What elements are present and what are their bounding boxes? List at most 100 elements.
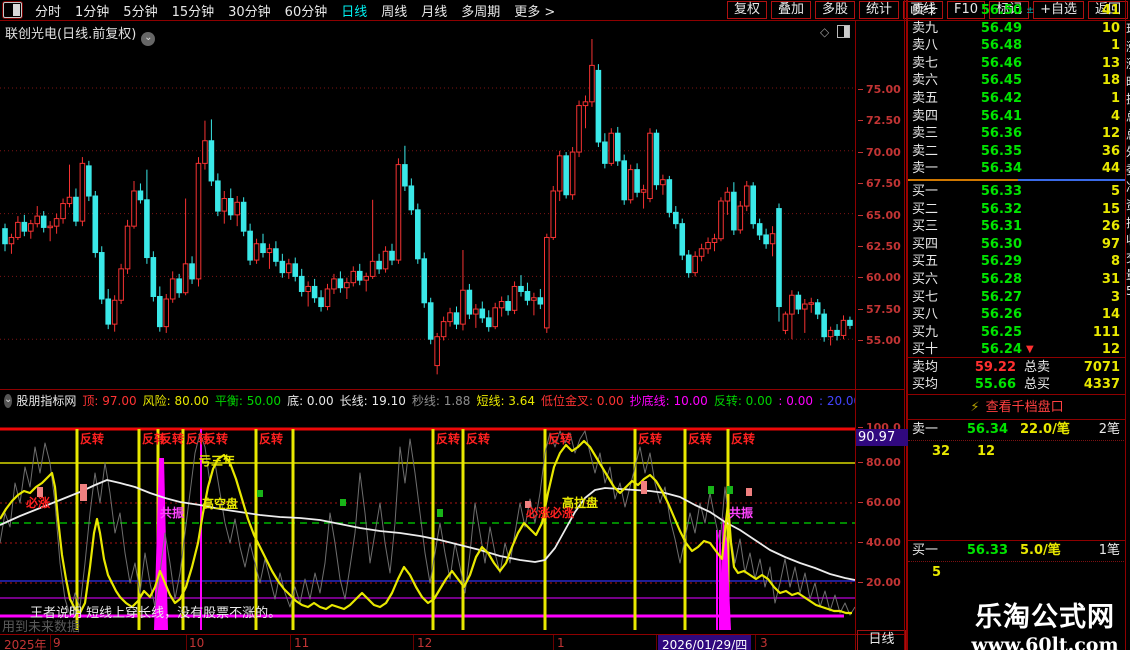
- candle-down: [21, 214, 28, 237]
- bid-row-3[interactable]: 买三 56.31 26: [908, 218, 1126, 235]
- candle-up: [447, 307, 453, 327]
- bid-row-4[interactable]: 买四 56.30 97: [908, 236, 1126, 253]
- depth-link-row[interactable]: ⚡ 查看千档盘口: [908, 399, 1126, 416]
- candle-up: [266, 243, 273, 269]
- indicator-collapse-icon[interactable]: ⌄: [4, 393, 13, 408]
- menu-period-4[interactable]: 30分钟: [228, 1, 271, 20]
- bid-row-10[interactable]: 买十 56.24 ▼ 12: [908, 341, 1126, 358]
- candle-down: [666, 175, 673, 218]
- bid-row-7[interactable]: 买七 56.27 3: [908, 289, 1126, 306]
- marker-green: [437, 509, 443, 517]
- candle-up: [647, 128, 653, 203]
- toolbar-button-1[interactable]: 叠加: [770, 1, 811, 19]
- indicator-chart[interactable]: 反转 反转反转 反转反转 反转 反转 反转 反转 反转 反转 反转必涨共振亏三年高空盘必涨必涨高拉…: [0, 410, 857, 635]
- candle-down: [318, 290, 324, 312]
- indicator-param-row: ⌄ 股朋指标网 顶: 97.00 风险: 80.00 平衡: 50.00 底: 0.00…: [0, 391, 855, 410]
- signal-vline-yellow: [633, 429, 637, 630]
- note-text: 用到未来数据: [2, 620, 80, 635]
- candle-up: [234, 196, 240, 227]
- watermark: 乐淘公式网 www.60lt.com: [960, 595, 1130, 650]
- menu-period-8[interactable]: 月线: [421, 1, 447, 20]
- ask-row-3-label: 卖三: [912, 126, 939, 142]
- candle-up: [576, 100, 582, 158]
- candle-up: [840, 315, 847, 340]
- candle-up: [53, 213, 60, 234]
- bid-row-8[interactable]: 买八 56.26 14: [908, 306, 1126, 323]
- ask-row-9[interactable]: 卖九 56.49 10: [908, 20, 1126, 37]
- bid-row-2-label: 买二: [912, 201, 939, 217]
- ask-row-2-volume: 36: [1101, 143, 1120, 159]
- toolbar-button-3[interactable]: 统计: [859, 1, 900, 19]
- ask1-detail-count: 2笔: [1098, 422, 1120, 437]
- pane-split-icon[interactable]: [837, 25, 851, 38]
- bid-row-2[interactable]: 买二 56.32 15: [908, 201, 1126, 218]
- candle-down: [408, 178, 415, 215]
- ask-row-6[interactable]: 卖六 56.45 18: [908, 72, 1126, 89]
- candle-down: [537, 288, 544, 310]
- candle-up: [498, 296, 505, 317]
- ask-row-6-volume: 18: [1101, 73, 1120, 89]
- ask-row-2[interactable]: 卖二 56.35 36: [908, 143, 1126, 160]
- clipped-glyph: 5: [1126, 284, 1130, 298]
- ask-row-2-price: 56.35: [980, 143, 1022, 159]
- bid1-detail-queue-item: 5: [932, 565, 942, 580]
- time-axis-label: 9: [53, 636, 61, 650]
- main-axis-tick: 55.00: [858, 334, 904, 347]
- marker-pink: [80, 484, 87, 501]
- bid-row-6[interactable]: 买六 56.28 31: [908, 271, 1126, 288]
- bid1-detail-per: 5.0/笔: [1020, 543, 1061, 558]
- candle-down: [505, 295, 511, 316]
- menu-period-2[interactable]: 5分钟: [123, 1, 157, 20]
- bid-row-9[interactable]: 买九 56.25 111: [908, 324, 1126, 341]
- menu-period-7[interactable]: 周线: [381, 1, 407, 20]
- layout-toggle-icon[interactable]: [3, 2, 22, 18]
- ask-row-4-label: 卖四: [912, 108, 939, 124]
- ask-row-8-label: 卖八: [912, 38, 939, 54]
- buy-spike: [154, 458, 168, 630]
- marker-green: [727, 486, 733, 494]
- menu-period-6[interactable]: 日线: [341, 1, 367, 20]
- depth-link-text: 查看千档盘口: [985, 400, 1064, 415]
- bid-row-5[interactable]: 买五 56.29 8: [908, 253, 1126, 270]
- candle-up: [440, 316, 447, 341]
- toolbar-button-2[interactable]: 多股: [814, 1, 855, 19]
- period-label[interactable]: 日线: [857, 630, 906, 650]
- indicator-param-1: 顶: 97.00: [82, 394, 137, 408]
- ask-row-8[interactable]: 卖八 56.48 1: [908, 37, 1126, 54]
- candle-up: [802, 299, 808, 333]
- ask-row-10-label: 卖十: [912, 3, 939, 18]
- candle-down: [685, 250, 692, 278]
- time-axis-label: 1: [557, 636, 565, 650]
- main-axis-tick: 67.50: [858, 177, 904, 190]
- ask-row-5[interactable]: 卖五 56.42 1: [908, 90, 1126, 107]
- main-candlestick-chart[interactable]: [0, 20, 857, 391]
- menu-period-0[interactable]: 分时: [35, 1, 61, 20]
- toolbar-button-0[interactable]: 复权: [726, 1, 767, 19]
- candle-up: [15, 216, 21, 240]
- bid-row-2-volume: 15: [1101, 201, 1120, 217]
- indicator-axis-tick: 80.00: [858, 456, 904, 469]
- menu-period-10[interactable]: 更多 >: [514, 1, 555, 20]
- bid-row-1[interactable]: 买一 56.33 5: [908, 183, 1126, 200]
- bid-row-8-label: 买八: [912, 307, 939, 323]
- candle-down: [144, 169, 150, 264]
- menu-period-3[interactable]: 15分钟: [172, 1, 215, 20]
- ask-row-3[interactable]: 卖三 56.36 12: [908, 125, 1126, 142]
- candle-down: [157, 286, 163, 332]
- ask-row-4[interactable]: 卖四 56.41 4: [908, 108, 1126, 125]
- chevron-down-icon[interactable]: ⌄: [141, 32, 156, 46]
- menu-period-9[interactable]: 多周期: [461, 1, 500, 20]
- candle-down: [821, 309, 827, 342]
- main-axis-tick: 57.50: [858, 303, 904, 316]
- bid-row-5-label: 买五: [912, 254, 939, 270]
- diamond-icon[interactable]: ◇: [820, 25, 829, 39]
- ask-row-1-volume: 44: [1101, 161, 1120, 177]
- ask-row-10[interactable]: 卖十 56.50 ±41: [908, 2, 1126, 19]
- menu-period-1[interactable]: 1分钟: [75, 1, 109, 20]
- candle-down: [247, 223, 253, 266]
- candle-up: [118, 263, 124, 305]
- candle-down: [227, 188, 234, 220]
- menu-period-5[interactable]: 60分钟: [285, 1, 328, 20]
- ask-row-1[interactable]: 卖一 56.34 44: [908, 160, 1126, 177]
- ask-row-7[interactable]: 卖七 56.46 13: [908, 55, 1126, 72]
